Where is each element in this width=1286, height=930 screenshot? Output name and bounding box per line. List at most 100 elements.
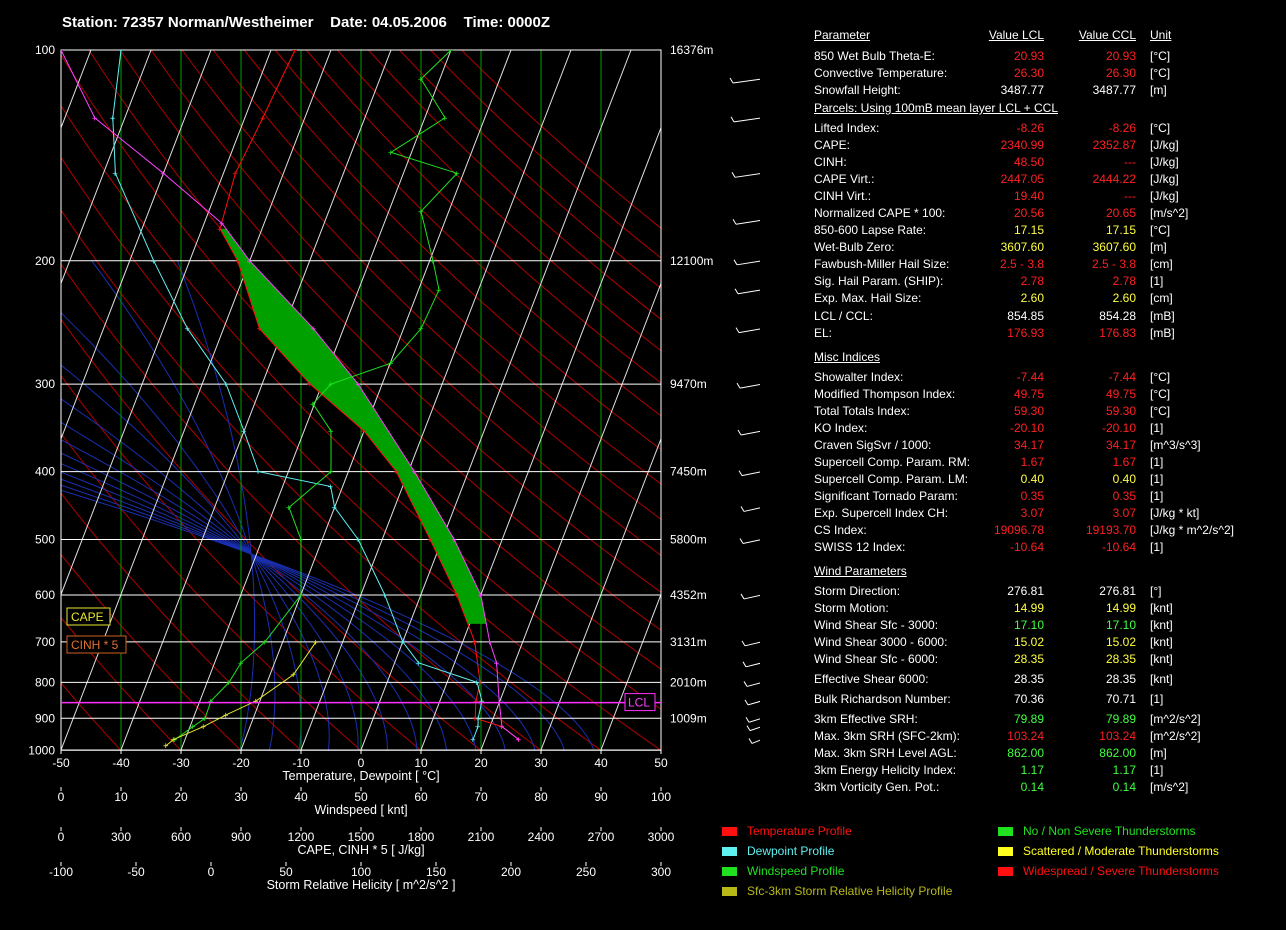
wind-barb-flag <box>742 661 747 668</box>
table-cell: -7.44 <box>1016 370 1044 384</box>
x-tick-label: 20 <box>474 756 488 770</box>
table-cell: 79.89 <box>1013 712 1044 726</box>
axis-tick-label: 1800 <box>408 830 435 844</box>
table-cell: 0.14 <box>1112 780 1136 794</box>
axis-tick-label: 60 <box>414 790 428 804</box>
legend-label: Sfc-3km Storm Relative Helicity Profile <box>747 884 953 898</box>
table-cell: -8.26 <box>1108 121 1136 135</box>
profile-point: + <box>448 46 454 56</box>
moist-adiabat <box>61 421 388 750</box>
wind-barb-flag <box>733 259 738 266</box>
wind-barb-flag <box>739 538 744 544</box>
table-cell: [J/kg] <box>1150 138 1179 152</box>
wind-barb <box>737 289 760 295</box>
table-cell: [J/kg * m^2/s^2] <box>1150 523 1234 537</box>
axis-tick-label: 100 <box>651 790 671 804</box>
profile-point: + <box>382 591 388 601</box>
profile-point: + <box>286 503 292 513</box>
table-cell: 3.07 <box>1020 506 1044 520</box>
table-cell: [1] <box>1150 274 1164 288</box>
axis-tick-label: 80 <box>534 790 548 804</box>
profile-point: + <box>310 400 316 410</box>
table-cell: 0.40 <box>1020 472 1044 486</box>
table-cell: [°C] <box>1150 121 1171 135</box>
x-tick-label: 40 <box>594 756 608 770</box>
profile-point: + <box>223 711 229 721</box>
axis-tick-label: -50 <box>127 865 145 879</box>
wind-barb <box>739 383 760 389</box>
table-cell: [1] <box>1150 455 1164 469</box>
profile-point: + <box>355 380 361 390</box>
wind-barb <box>751 739 760 744</box>
table-cell: --- <box>1124 155 1136 169</box>
axis-tick-label: 50 <box>354 790 368 804</box>
profile-point: + <box>494 659 500 669</box>
isotherm <box>61 50 272 596</box>
legend-swatch <box>722 847 737 857</box>
legend-label: Scattered / Moderate Thunderstorms <box>1023 844 1219 858</box>
x-tick-label: 50 <box>654 756 668 770</box>
table-cell: 17.10 <box>1105 618 1136 632</box>
table-cell: 2.78 <box>1112 274 1136 288</box>
table-cell: 276.81 <box>1099 584 1136 598</box>
pressure-label: 300 <box>35 377 55 391</box>
table-cell: 19.40 <box>1013 189 1044 203</box>
axis-tick-label: 70 <box>474 790 488 804</box>
axis-tick-label: 150 <box>426 865 446 879</box>
dry-adiabat <box>368 50 661 320</box>
table-cell: CINH: <box>814 155 847 169</box>
profile-point: + <box>201 723 207 733</box>
profile-point: + <box>487 638 493 648</box>
profile-point: + <box>160 169 166 179</box>
table-cell: [knt] <box>1150 635 1173 649</box>
dry-adiabat <box>243 50 661 451</box>
table-cell: [°] <box>1150 584 1162 598</box>
table-cell: 34.17 <box>1013 438 1044 452</box>
wind-barb-flag <box>735 327 740 333</box>
axis-tick-label: 250 <box>576 865 596 879</box>
table-cell: CAPE Virt.: <box>814 172 875 186</box>
pressure-label: 800 <box>35 675 55 689</box>
x-axis-label: Temperature, Dewpoint [ °C] <box>282 769 439 783</box>
legend-swatch <box>998 847 1013 857</box>
wind-barb <box>744 641 760 647</box>
wind-barb <box>741 471 760 477</box>
dry-adiabat <box>61 616 182 750</box>
axis-tick-label: 50 <box>279 865 293 879</box>
table-cell: 26.30 <box>1013 66 1044 80</box>
legend-label: Widespread / Severe Thunderstorms <box>1023 864 1219 878</box>
profile-point: + <box>328 427 334 437</box>
height-label: 5800m <box>670 532 707 546</box>
x-tick-label: 30 <box>534 756 548 770</box>
profile-point: + <box>332 503 338 513</box>
table-cell: 2.60 <box>1020 291 1044 305</box>
table-cell: 20.56 <box>1013 206 1044 220</box>
table-cell: 1.67 <box>1020 455 1044 469</box>
table-cell: Craven SigSvr / 1000: <box>814 438 932 452</box>
height-label: 16376m <box>670 43 713 57</box>
profile-point: + <box>291 671 297 681</box>
table-cell: CINH Virt.: <box>814 189 872 203</box>
dry-adiabat <box>461 50 661 229</box>
wind-barb-flag <box>729 77 734 84</box>
wind-barb <box>743 507 760 512</box>
profile-point: + <box>472 638 478 648</box>
wind-barb-flag <box>741 640 746 647</box>
table-cell: 70.71 <box>1105 692 1136 706</box>
profile-point: + <box>411 468 417 478</box>
wind-barb-flag <box>732 218 737 225</box>
axis-label: Windspeed [ knt] <box>314 803 407 817</box>
profile-point: + <box>470 735 476 745</box>
profile-point: + <box>58 46 64 56</box>
wind-barb-flag <box>738 470 743 476</box>
wind-barb <box>749 726 760 732</box>
x-tick-label: -10 <box>292 756 310 770</box>
height-label: 9470m <box>670 377 707 391</box>
axis-tick-label: 0 <box>58 790 65 804</box>
table-cell: Parameter <box>814 28 871 42</box>
axis-tick-label: 40 <box>294 790 308 804</box>
profile-point: + <box>328 468 334 478</box>
profile-point: + <box>255 468 261 478</box>
profile-point: + <box>257 325 263 335</box>
axis-tick-label: 10 <box>114 790 128 804</box>
